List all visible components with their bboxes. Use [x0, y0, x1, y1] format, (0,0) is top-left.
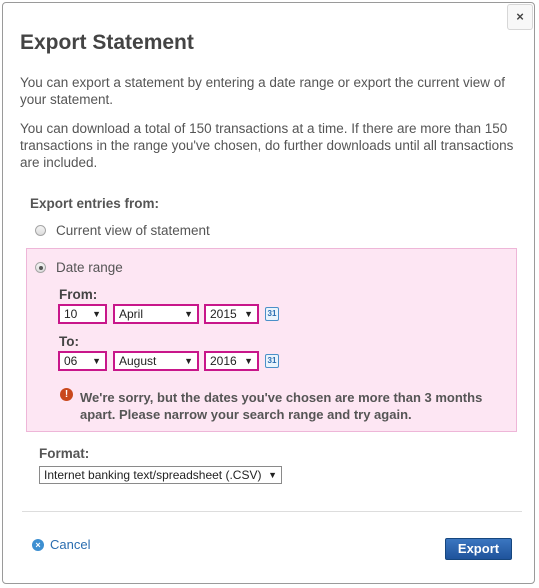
to-label: To:	[59, 334, 79, 349]
date-range-label: Date range	[56, 260, 123, 275]
footer-divider	[22, 511, 522, 512]
from-month-select[interactable]: April ▼	[113, 304, 199, 324]
intro-text: You can export a statement by entering a…	[20, 75, 506, 107]
option-current-view[interactable]: Current view of statement	[35, 223, 210, 238]
from-day-select[interactable]: 10 ▼	[58, 304, 107, 324]
option-date-range[interactable]: Date range	[35, 260, 123, 275]
date-range-radio[interactable]	[35, 262, 46, 273]
cancel-label: Cancel	[50, 537, 91, 552]
format-select[interactable]: Internet banking text/spreadsheet (.CSV)…	[39, 466, 282, 484]
format-label: Format:	[39, 446, 90, 461]
current-view-label: Current view of statement	[56, 223, 210, 238]
from-year-value: 2015	[210, 307, 237, 321]
chevron-down-icon: ▼	[184, 309, 193, 319]
to-year-select[interactable]: 2016 ▼	[204, 351, 259, 371]
to-day-value: 06	[64, 354, 78, 368]
limit-note-text: You can download a total of 150 transact…	[20, 121, 514, 170]
from-label: From:	[59, 287, 98, 302]
close-button[interactable]: ×	[507, 4, 533, 30]
cancel-icon: ×	[32, 538, 44, 551]
warning-icon: !	[60, 388, 73, 401]
chevron-down-icon: ▼	[244, 356, 253, 366]
chevron-down-icon: ▼	[92, 309, 101, 319]
chevron-down-icon: ▼	[184, 356, 193, 366]
to-year-value: 2016	[210, 354, 237, 368]
format-value: Internet banking text/spreadsheet (.CSV)	[44, 468, 262, 482]
to-month-select[interactable]: August ▼	[113, 351, 199, 371]
chevron-down-icon: ▼	[92, 356, 101, 366]
chevron-down-icon: ▼	[244, 309, 253, 319]
export-statement-dialog: × Export Statement You can export a stat…	[2, 2, 535, 584]
from-calendar-icon[interactable]: 31	[265, 307, 279, 321]
from-year-select[interactable]: 2015 ▼	[204, 304, 259, 324]
from-day-value: 10	[64, 307, 78, 321]
chevron-down-icon: ▼	[268, 470, 277, 480]
export-entries-label: Export entries from:	[30, 196, 160, 211]
dialog-title: Export Statement	[20, 31, 194, 54]
export-button[interactable]: Export	[445, 538, 512, 560]
date-range-error-message: We're sorry, but the dates you've chosen…	[80, 390, 483, 422]
to-calendar-icon[interactable]: 31	[265, 354, 279, 368]
to-day-select[interactable]: 06 ▼	[58, 351, 107, 371]
to-month-value: August	[119, 354, 157, 368]
cancel-link[interactable]: × Cancel	[32, 537, 90, 552]
current-view-radio[interactable]	[35, 225, 46, 236]
from-month-value: April	[119, 307, 144, 321]
close-icon: ×	[516, 9, 524, 24]
